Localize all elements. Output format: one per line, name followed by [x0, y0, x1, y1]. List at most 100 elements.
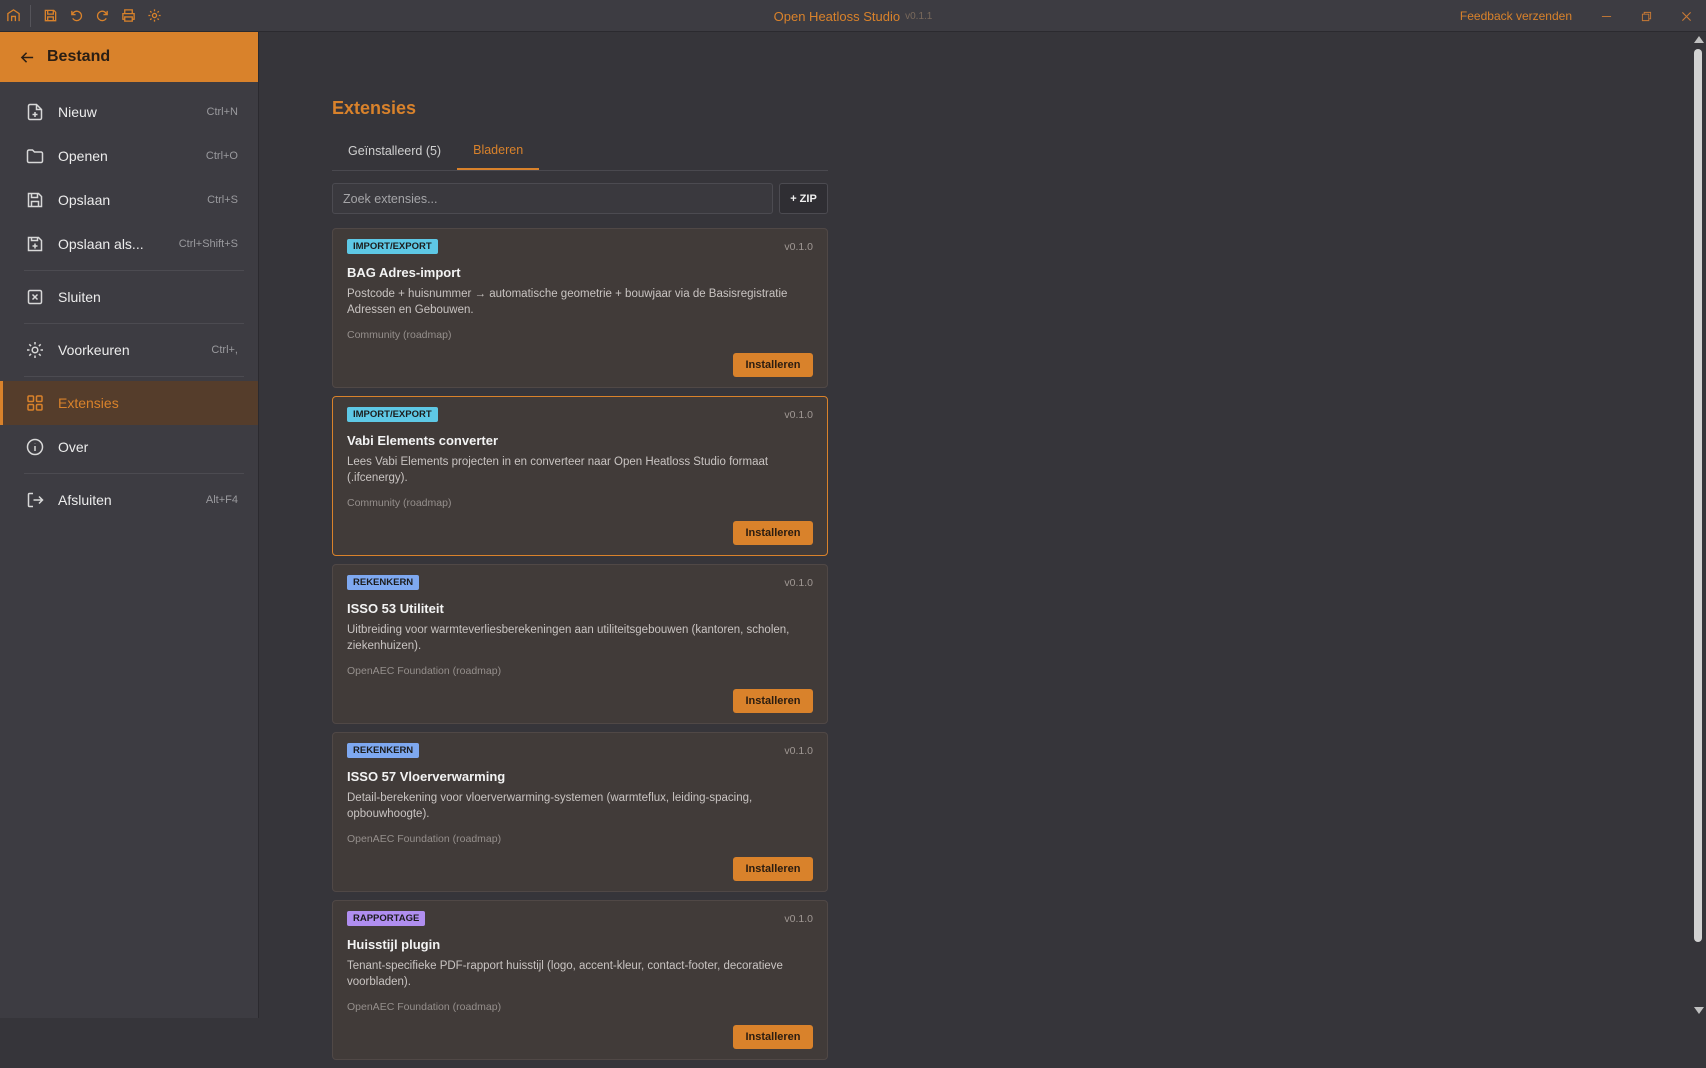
info-icon — [24, 436, 46, 458]
sidebar-item-label: Nieuw — [58, 104, 97, 120]
settings-gear-icon[interactable] — [141, 0, 167, 32]
tab-browse[interactable]: Bladeren — [457, 132, 540, 170]
divider — [24, 376, 244, 377]
version-label: v0.1.0 — [784, 745, 813, 757]
sidebar-item-over[interactable]: Over — [0, 425, 258, 469]
sidebar-item-label: Over — [58, 439, 89, 455]
divider — [24, 270, 244, 271]
version-label: v0.1.0 — [784, 577, 813, 589]
restore-icon[interactable] — [1626, 0, 1666, 32]
version-label: v0.1.0 — [784, 241, 813, 253]
sidebar-item-extensies[interactable]: Extensies — [0, 381, 258, 425]
extension-description: Postcode + huisnummer → automatische geo… — [347, 288, 788, 316]
sidebar-item-label: Voorkeuren — [58, 342, 130, 358]
install-button[interactable]: Installeren — [733, 689, 813, 713]
extension-author: OpenAEC Foundation (roadmap) — [347, 665, 502, 677]
scroll-up-icon[interactable] — [1694, 36, 1704, 43]
redo-icon[interactable] — [89, 0, 115, 32]
extension-title: Huisstijl plugin — [347, 937, 441, 952]
save-icon[interactable] — [37, 0, 63, 32]
sidebar-item-sluiten[interactable]: Sluiten — [0, 275, 258, 319]
print-icon[interactable] — [115, 0, 141, 32]
app-name: Open Heatloss Studio — [773, 8, 901, 24]
extension-author: Community (roadmap) — [347, 329, 452, 341]
shortcut-label: Ctrl+, — [211, 344, 238, 356]
sidebar-item-opslaan-als[interactable]: Opslaan als... Ctrl+Shift+S — [0, 222, 258, 266]
scroll-thumb[interactable] — [1694, 49, 1702, 942]
install-button[interactable]: Installeren — [733, 1025, 813, 1049]
save-as-icon — [24, 233, 46, 255]
divider — [24, 323, 244, 324]
extensions-panel: Extensies Geïnstalleerd (5) Bladeren + Z… — [260, 32, 1690, 1060]
extension-tabs: Geïnstalleerd (5) Bladeren — [332, 132, 828, 171]
extension-title: ISSO 53 Utiliteit — [347, 601, 444, 616]
toolbar-divider — [30, 4, 31, 27]
save-icon — [24, 189, 46, 211]
shortcut-label: Alt+F4 — [205, 494, 238, 506]
sidebar-item-label: Sluiten — [58, 289, 101, 305]
extension-card: IMPORT/EXPORT v0.1.0 Vabi Elements conve… — [332, 396, 828, 556]
feedback-link[interactable]: Feedback verzenden — [1460, 0, 1572, 32]
extension-card: REKENKERN v0.1.0 ISSO 57 Vloerverwarming… — [332, 732, 828, 892]
sidebar-item-label: Opslaan als... — [58, 236, 144, 252]
install-button[interactable]: Installeren — [733, 353, 813, 377]
window-controls — [1586, 0, 1706, 32]
version-label: v0.1.0 — [784, 409, 813, 421]
category-badge: REKENKERN — [347, 743, 420, 758]
category-badge: REKENKERN — [347, 575, 420, 590]
extension-author: OpenAEC Foundation (roadmap) — [347, 1001, 502, 1013]
title-bar: Open Heatloss Studio v0.1.1 Feedback ver… — [0, 0, 1706, 32]
sidebar-header-label: Bestand — [47, 48, 111, 65]
divider — [24, 473, 244, 474]
extension-description: Detail-berekening voor vloerverwarming-s… — [347, 792, 753, 820]
app-version: v0.1.1 — [905, 10, 933, 22]
category-badge: IMPORT/EXPORT — [347, 239, 438, 254]
scroll-down-icon[interactable] — [1694, 1007, 1704, 1014]
extension-title: ISSO 57 Vloerverwarming — [347, 769, 506, 784]
arrow-left-icon — [20, 51, 34, 63]
app-title: Open Heatloss Studio v0.1.1 — [0, 0, 1706, 32]
extension-card: RAPPORTAGE v0.1.0 Huisstijl plugin Tenan… — [332, 900, 828, 1060]
sidebar-item-label: Opslaan — [58, 192, 111, 208]
sidebar-item-label: Afsluiten — [58, 492, 112, 508]
tab-installed[interactable]: Geïnstalleerd (5) — [332, 132, 457, 170]
extension-description: Tenant-specifieke PDF-rapport huisstijl … — [347, 960, 783, 988]
install-button[interactable]: Installeren — [733, 521, 813, 545]
extension-description: Uitbreiding voor warmteverliesberekening… — [347, 624, 790, 652]
sidebar-item-openen[interactable]: Openen Ctrl+O — [0, 134, 258, 178]
folder-icon — [24, 145, 46, 167]
extension-author: Community (roadmap) — [347, 497, 452, 509]
back-to-editor-button[interactable]: Bestand — [0, 32, 258, 82]
file-menu-sidebar: Bestand Nieuw Ctrl+N Openen Ctrl+O Opsla… — [0, 32, 259, 1018]
install-button[interactable]: Installeren — [733, 857, 813, 881]
extension-card: IMPORT/EXPORT v0.1.0 BAG Adres-import Po… — [332, 228, 828, 388]
extension-list: IMPORT/EXPORT v0.1.0 BAG Adres-import Po… — [332, 228, 828, 1068]
shortcut-label: Ctrl+N — [206, 106, 238, 118]
minimize-icon[interactable] — [1586, 0, 1626, 32]
sidebar-item-label: Extensies — [58, 395, 119, 411]
extension-card: REKENKERN v0.1.0 ISSO 53 Utiliteit Uitbr… — [332, 564, 828, 724]
close-icon[interactable] — [1666, 0, 1706, 32]
category-badge: IMPORT/EXPORT — [347, 407, 438, 422]
sidebar-item-voorkeuren[interactable]: Voorkeuren Ctrl+, — [0, 328, 258, 372]
undo-icon[interactable] — [63, 0, 89, 32]
sidebar-item-label: Openen — [58, 148, 108, 164]
shortcut-label: Ctrl+O — [205, 150, 238, 162]
sidebar-item-nieuw[interactable]: Nieuw Ctrl+N — [0, 90, 258, 134]
version-label: v0.1.0 — [784, 913, 813, 925]
grid-icon — [24, 392, 46, 414]
extension-title: Vabi Elements converter — [347, 433, 499, 448]
shortcut-label: Ctrl+S — [207, 194, 238, 206]
close-square-icon — [24, 286, 46, 308]
vertical-scrollbar[interactable] — [1690, 32, 1706, 1018]
extension-title: BAG Adres-import — [347, 265, 461, 280]
extension-author: OpenAEC Foundation (roadmap) — [347, 833, 502, 845]
home-icon[interactable] — [0, 0, 26, 32]
shortcut-label: Ctrl+Shift+S — [178, 238, 238, 250]
install-zip-button[interactable]: + ZIP — [779, 183, 828, 214]
quick-access-toolbar — [0, 0, 167, 32]
sidebar-item-afsluiten[interactable]: Afsluiten Alt+F4 — [0, 478, 258, 522]
sidebar-item-opslaan[interactable]: Opslaan Ctrl+S — [0, 178, 258, 222]
search-input[interactable] — [332, 183, 773, 214]
extension-description: Lees Vabi Elements projecten in en conve… — [347, 456, 769, 484]
